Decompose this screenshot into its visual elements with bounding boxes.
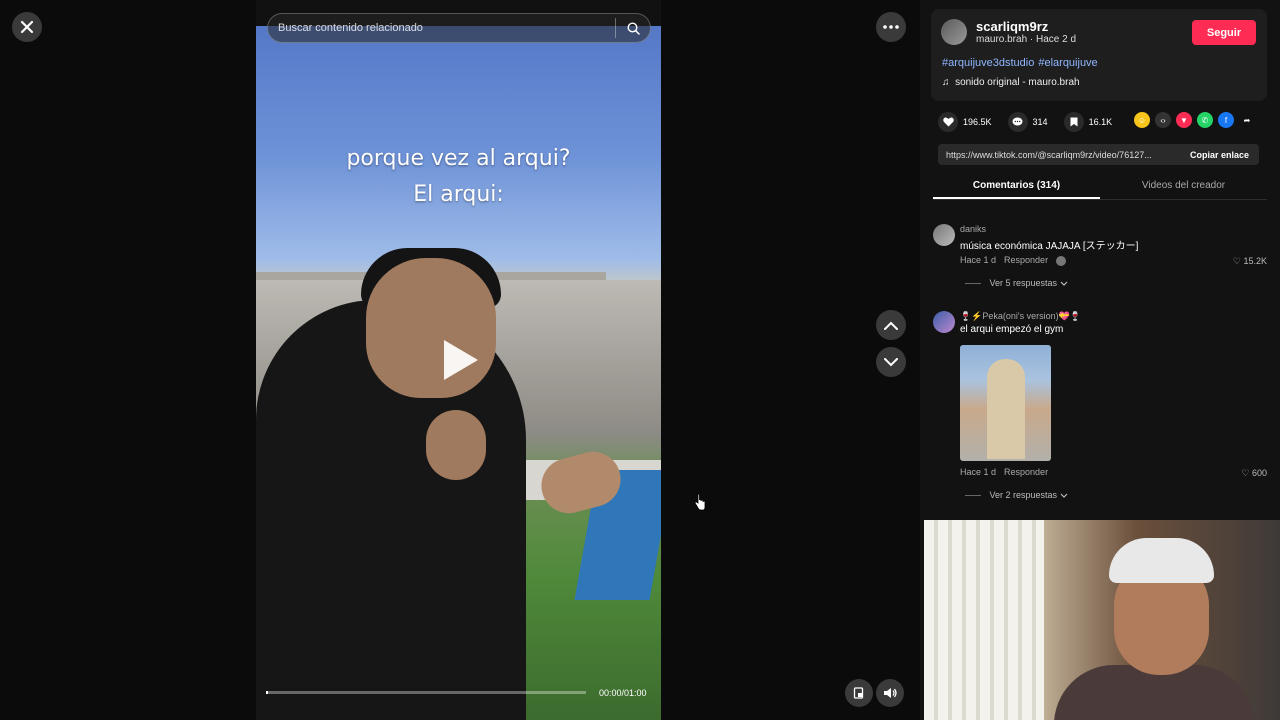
creator-subline: mauro.brah · Hace 2 d — [976, 34, 1077, 45]
pip-icon — [853, 687, 864, 699]
engagement-stats: 196.5K 314 16.1K — [938, 112, 1128, 132]
next-video-button[interactable] — [876, 347, 906, 377]
share-arrow-icon[interactable]: ➦ — [1239, 112, 1255, 128]
volume-button[interactable] — [876, 679, 904, 707]
video-time: 00:00/01:00 — [599, 688, 647, 698]
comment-username[interactable]: daniks — [960, 224, 986, 234]
sound-label: sonido original - mauro.brah — [955, 77, 1080, 88]
whatsapp-icon[interactable]: ✆ — [1197, 112, 1213, 128]
share-icons: ☺ ‹› ▼ ✆ f ➦ — [1134, 112, 1260, 128]
like-count: 196.5K — [963, 117, 992, 127]
comment-meta: Hace 1 d Responder — [960, 255, 1074, 266]
chevron-down-icon — [1060, 281, 1068, 286]
share-url[interactable]: https://www.tiktok.com/@scarliqm9rz/vide… — [938, 150, 1180, 160]
hashtag-link[interactable]: #arquijuve3dstudio — [942, 57, 1034, 69]
more-options-button[interactable] — [876, 12, 906, 42]
facebook-icon[interactable]: f — [1218, 112, 1234, 128]
reply-button[interactable]: Responder — [1004, 255, 1048, 265]
copy-link-button[interactable]: Copiar enlace — [1180, 150, 1259, 160]
previous-video-button[interactable] — [876, 310, 906, 340]
comment-like-count: 600 — [1251, 468, 1267, 478]
friends-icon[interactable]: ☺ — [1134, 112, 1150, 128]
sound-link[interactable]: ♫ sonido original - mauro.brah — [942, 77, 1080, 88]
view-replies-label: Ver 2 respuestas — [989, 490, 1058, 500]
close-icon — [20, 20, 34, 34]
video-progress-bar[interactable] — [266, 691, 586, 694]
related-search-bar — [267, 13, 651, 43]
heart-outline-icon: ♡ — [1241, 468, 1250, 478]
comment-stat[interactable]: 314 — [1007, 112, 1048, 132]
view-replies-button[interactable]: Ver 5 respuestas — [965, 278, 1068, 288]
picture-in-picture-button[interactable] — [845, 679, 873, 707]
save-count: 16.1K — [1088, 117, 1113, 127]
creator-username[interactable]: scarliqm9rz — [976, 19, 1048, 34]
heart-outline-icon: ♡ — [1232, 256, 1241, 266]
search-button[interactable] — [616, 13, 650, 43]
speaker-icon — [884, 688, 897, 698]
comment-item: 🍷⚡Peka(oni's version)💝🍷 el arqui empezó … — [933, 311, 1267, 511]
save-stat[interactable]: 16.1K — [1063, 112, 1113, 132]
comment-text: el arqui empezó el gym — [960, 324, 1064, 335]
chevron-down-icon — [1060, 493, 1068, 498]
comment-username[interactable]: 🍷⚡Peka(oni's version)💝🍷 — [960, 311, 1081, 322]
comment-image[interactable] — [960, 345, 1051, 461]
comment-avatar[interactable] — [933, 311, 955, 333]
comment-like-count: 15.2K — [1243, 256, 1267, 266]
comment-item: daniks música económica JAJAJA [ステッカー] H… — [933, 224, 1267, 304]
comment-like[interactable]: ♡ 15.2K — [1233, 256, 1267, 267]
video-caption-line-1: porque vez al arqui? — [346, 146, 571, 171]
close-button[interactable] — [12, 12, 42, 42]
search-icon — [626, 21, 640, 35]
video-progress-fill — [266, 691, 268, 694]
mouse-cursor-icon — [694, 494, 706, 511]
chevron-down-icon — [884, 357, 898, 366]
video-player-area: porque vez al arqui? El arqui: 00:00/01:… — [0, 0, 920, 720]
music-note-icon: ♫ — [942, 77, 950, 88]
reply-button[interactable]: Responder — [1004, 467, 1048, 477]
creator-liked-badge — [1056, 255, 1067, 266]
webcam-overlay — [924, 520, 1280, 720]
comment-icon — [1007, 112, 1028, 132]
video-caption-line-2: El arqui: — [413, 182, 504, 207]
more-icon — [883, 25, 899, 29]
search-input[interactable] — [268, 22, 615, 34]
view-replies-label: Ver 5 respuestas — [989, 278, 1058, 288]
heart-icon — [938, 112, 958, 132]
creator-card: scarliqm9rz mauro.brah · Hace 2 d Seguir… — [931, 9, 1267, 101]
hashtags: #arquijuve3dstudio #elarquijuve — [942, 57, 1102, 69]
share-link-bar: https://www.tiktok.com/@scarliqm9rz/vide… — [938, 144, 1259, 165]
comment-time: Hace 1 d — [960, 467, 997, 477]
follow-button[interactable]: Seguir — [1192, 20, 1256, 45]
comment-count: 314 — [1032, 117, 1048, 127]
like-stat[interactable]: 196.5K — [938, 112, 992, 132]
embed-icon[interactable]: ‹› — [1155, 112, 1171, 128]
comment-meta: Hace 1 d Responder — [960, 467, 1056, 477]
view-replies-button[interactable]: Ver 2 respuestas — [965, 490, 1068, 500]
bookmark-icon — [1063, 112, 1084, 132]
tab-creator-videos[interactable]: Videos del creador — [1100, 176, 1267, 199]
play-icon[interactable] — [444, 340, 478, 380]
comment-text: música económica JAJAJA [ステッカー] — [960, 241, 1139, 252]
creator-avatar[interactable] — [941, 19, 967, 45]
send-icon[interactable]: ▼ — [1176, 112, 1192, 128]
chevron-up-icon — [884, 321, 898, 330]
tab-comments[interactable]: Comentarios (314) — [933, 176, 1100, 199]
panel-tabs: Comentarios (314) Videos del creador — [933, 176, 1267, 200]
comment-time: Hace 1 d — [960, 255, 997, 265]
video-frame[interactable]: porque vez al arqui? El arqui: 00:00/01:… — [256, 0, 661, 720]
comment-avatar[interactable] — [933, 224, 955, 246]
hashtag-link[interactable]: #elarquijuve — [1038, 57, 1097, 69]
comment-like[interactable]: ♡ 600 — [1241, 468, 1267, 479]
